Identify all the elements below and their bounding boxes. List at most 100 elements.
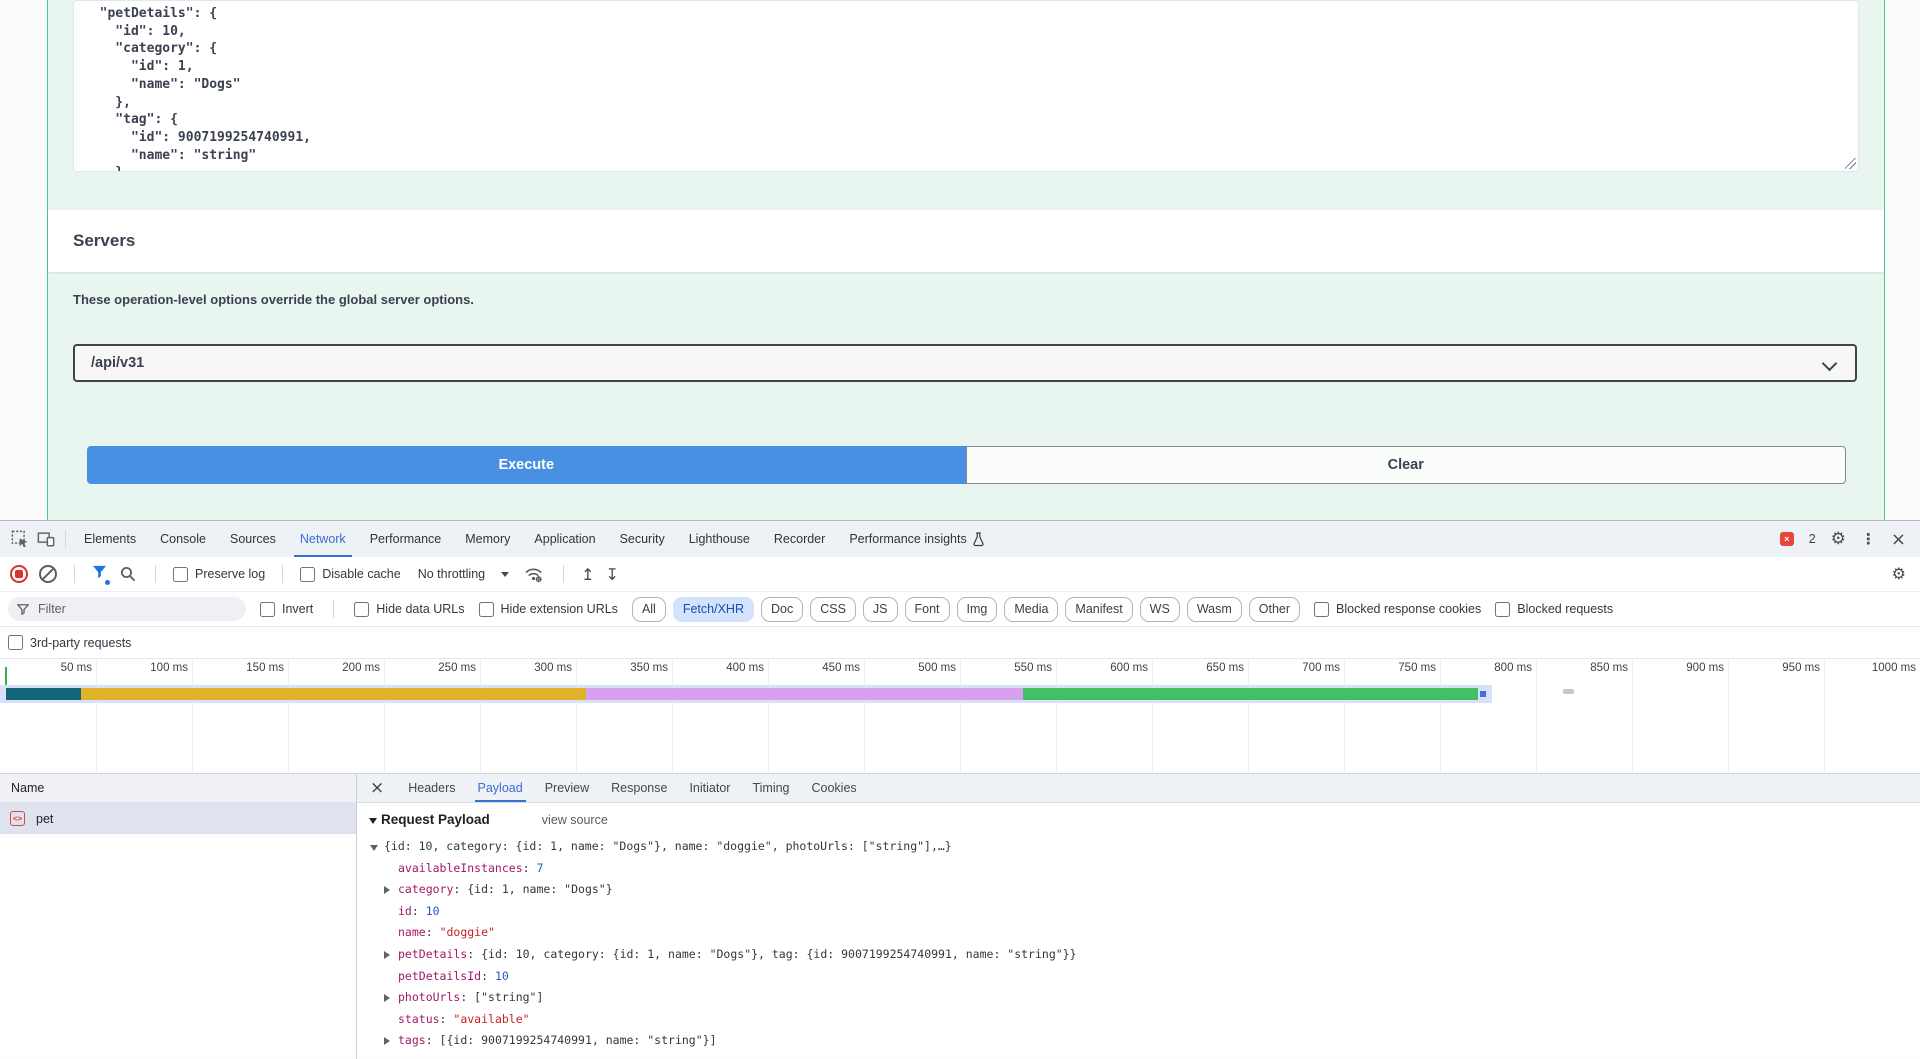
filter-input-pill[interactable] — [8, 597, 246, 621]
blocked-response-cookies-checkbox[interactable]: Blocked response cookies — [1314, 602, 1481, 617]
filter-type-font[interactable]: Font — [905, 597, 950, 622]
detail-tab-timing[interactable]: Timing — [741, 774, 800, 802]
payload-tree-row[interactable]: photoUrls: ["string"] — [357, 987, 1920, 1009]
filter-type-doc[interactable]: Doc — [761, 597, 803, 622]
payload-tree-row[interactable]: name: "doggie" — [357, 922, 1920, 944]
execute-button[interactable]: Execute — [87, 446, 966, 484]
devtools-tab-application[interactable]: Application — [522, 521, 607, 557]
detail-tab-payload[interactable]: Payload — [467, 774, 534, 802]
request-payload-section-toggle[interactable]: Request Payload — [369, 812, 490, 827]
network-settings-gear-icon[interactable]: ⚙ — [1892, 564, 1906, 583]
checkbox[interactable] — [479, 602, 494, 617]
disclosure-triangle-icon[interactable] — [384, 886, 390, 894]
detail-tab-initiator[interactable]: Initiator — [678, 774, 741, 802]
inspect-element-icon[interactable] — [7, 526, 33, 552]
timeline-tick-label: 850 ms — [1558, 662, 1628, 674]
search-icon[interactable] — [118, 561, 138, 587]
clear-button[interactable]: Clear — [966, 446, 1847, 484]
payload-tree-row[interactable]: category: {id: 1, name: "Dogs"} — [357, 879, 1920, 901]
close-devtools-icon[interactable]: × — [1891, 529, 1906, 550]
devtools-tab-sources[interactable]: Sources — [218, 521, 288, 557]
filter-type-other[interactable]: Other — [1249, 597, 1300, 622]
timeline-tick-label: 200 ms — [310, 662, 380, 674]
timeline-gridline — [1632, 659, 1633, 773]
throttling-dropdown[interactable]: No throttling — [418, 567, 509, 581]
name-column-header[interactable]: Name — [0, 774, 356, 803]
close-detail-icon[interactable]: × — [357, 780, 397, 797]
devtools-tab-performance[interactable]: Performance — [358, 521, 454, 557]
payload-tree-row[interactable]: id: 10 — [357, 901, 1920, 923]
export-har-icon[interactable]: ↧ — [606, 565, 619, 584]
checkbox[interactable] — [300, 567, 315, 582]
filter-type-js[interactable]: JS — [863, 597, 898, 622]
timeline-tick-label: 300 ms — [502, 662, 572, 674]
filter-type-media[interactable]: Media — [1004, 597, 1058, 622]
filter-type-fetch-xhr[interactable]: Fetch/XHR — [673, 597, 754, 622]
filter-type-all[interactable]: All — [632, 597, 666, 622]
devtools-tab-performance-insights[interactable]: Performance insights — [837, 521, 996, 557]
checkbox[interactable] — [1495, 602, 1510, 617]
devtools-tab-memory[interactable]: Memory — [453, 521, 522, 557]
kebab-menu-icon[interactable]: ⋮ — [1861, 530, 1876, 548]
detail-tab-preview[interactable]: Preview — [534, 774, 600, 802]
disclosure-triangle-icon — [369, 818, 377, 824]
divider — [65, 530, 66, 548]
devtools-tab-console[interactable]: Console — [148, 521, 218, 557]
devtools-tab-elements[interactable]: Elements — [72, 521, 148, 557]
request-body-editor[interactable]: "petDetails": { "id": 10, "category": { … — [73, 0, 1859, 172]
disclosure-triangle-icon[interactable] — [384, 994, 390, 1002]
checkbox[interactable] — [173, 567, 188, 582]
filter-input[interactable] — [36, 601, 220, 617]
checkbox[interactable] — [1314, 602, 1329, 617]
textarea-resize-handle[interactable] — [1845, 158, 1856, 169]
clear-network-log-icon[interactable] — [39, 565, 57, 583]
request-row-pet[interactable]: <>pet — [0, 803, 356, 834]
request-body-json[interactable]: "petDetails": { "id": 10, "category": { … — [74, 1, 1858, 172]
filter-type-css[interactable]: CSS — [810, 597, 856, 622]
disclosure-triangle-icon[interactable] — [370, 845, 378, 851]
payload-tree-row[interactable]: availableInstances: 7 — [357, 858, 1920, 880]
payload-tree-row[interactable]: status: "available" — [357, 1009, 1920, 1031]
error-badge-icon[interactable]: × — [1780, 532, 1794, 546]
devtools-tab-lighthouse[interactable]: Lighthouse — [677, 521, 762, 557]
filter-type-wasm[interactable]: Wasm — [1187, 597, 1242, 622]
filter-type-ws[interactable]: WS — [1140, 597, 1180, 622]
network-conditions-icon[interactable] — [520, 561, 546, 587]
preserve-log-checkbox[interactable]: Preserve log — [173, 567, 265, 582]
detail-tab-cookies[interactable]: Cookies — [801, 774, 868, 802]
view-source-link[interactable]: view source — [542, 813, 608, 827]
token-num: 7 — [536, 861, 543, 875]
filter-type-manifest[interactable]: Manifest — [1065, 597, 1132, 622]
checkbox[interactable] — [8, 635, 23, 650]
record-network-log-icon[interactable] — [10, 565, 28, 583]
payload-tree-row[interactable]: tags: [{id: 9007199254740991, name: "str… — [357, 1030, 1920, 1052]
timeline-gridline — [1728, 659, 1729, 773]
invert-checkbox[interactable]: Invert — [260, 602, 313, 617]
device-toolbar-icon[interactable] — [33, 526, 59, 552]
disable-cache-checkbox[interactable]: Disable cache — [300, 567, 401, 582]
devtools-tab-recorder[interactable]: Recorder — [762, 521, 837, 557]
checkbox[interactable] — [354, 602, 369, 617]
server-select[interactable]: /api/v31 — [73, 344, 1857, 382]
detail-tab-headers[interactable]: Headers — [397, 774, 466, 802]
third-party-requests-checkbox[interactable]: 3rd-party requests — [8, 635, 131, 650]
payload-tree-row[interactable]: petDetails: {id: 10, category: {id: 1, n… — [357, 944, 1920, 966]
checkbox[interactable] — [260, 602, 275, 617]
divider — [333, 600, 334, 618]
hide-data-urls-checkbox[interactable]: Hide data URLs — [354, 602, 464, 617]
payload-tree-row[interactable]: {id: 10, category: {id: 1, name: "Dogs"}… — [357, 836, 1920, 858]
blocked-requests-checkbox[interactable]: Blocked requests — [1495, 602, 1613, 617]
filter-type-img[interactable]: Img — [957, 597, 998, 622]
devtools-tab-security[interactable]: Security — [608, 521, 677, 557]
import-har-icon[interactable]: ↥ — [581, 565, 594, 584]
filter-funnel-icon[interactable] — [92, 565, 107, 584]
settings-gear-icon[interactable]: ⚙ — [1831, 529, 1846, 549]
payload-tree-row[interactable]: petDetailsId: 10 — [357, 966, 1920, 988]
token-plain: : {id: 1, name: "Dogs"} — [453, 882, 612, 896]
devtools-tab-network[interactable]: Network — [288, 521, 358, 557]
network-overview-timeline[interactable]: 50 ms100 ms150 ms200 ms250 ms300 ms350 m… — [0, 659, 1920, 774]
hide-extension-urls-checkbox[interactable]: Hide extension URLs — [479, 602, 618, 617]
disclosure-triangle-icon[interactable] — [384, 1037, 390, 1045]
disclosure-triangle-icon[interactable] — [384, 951, 390, 959]
detail-tab-response[interactable]: Response — [600, 774, 678, 802]
